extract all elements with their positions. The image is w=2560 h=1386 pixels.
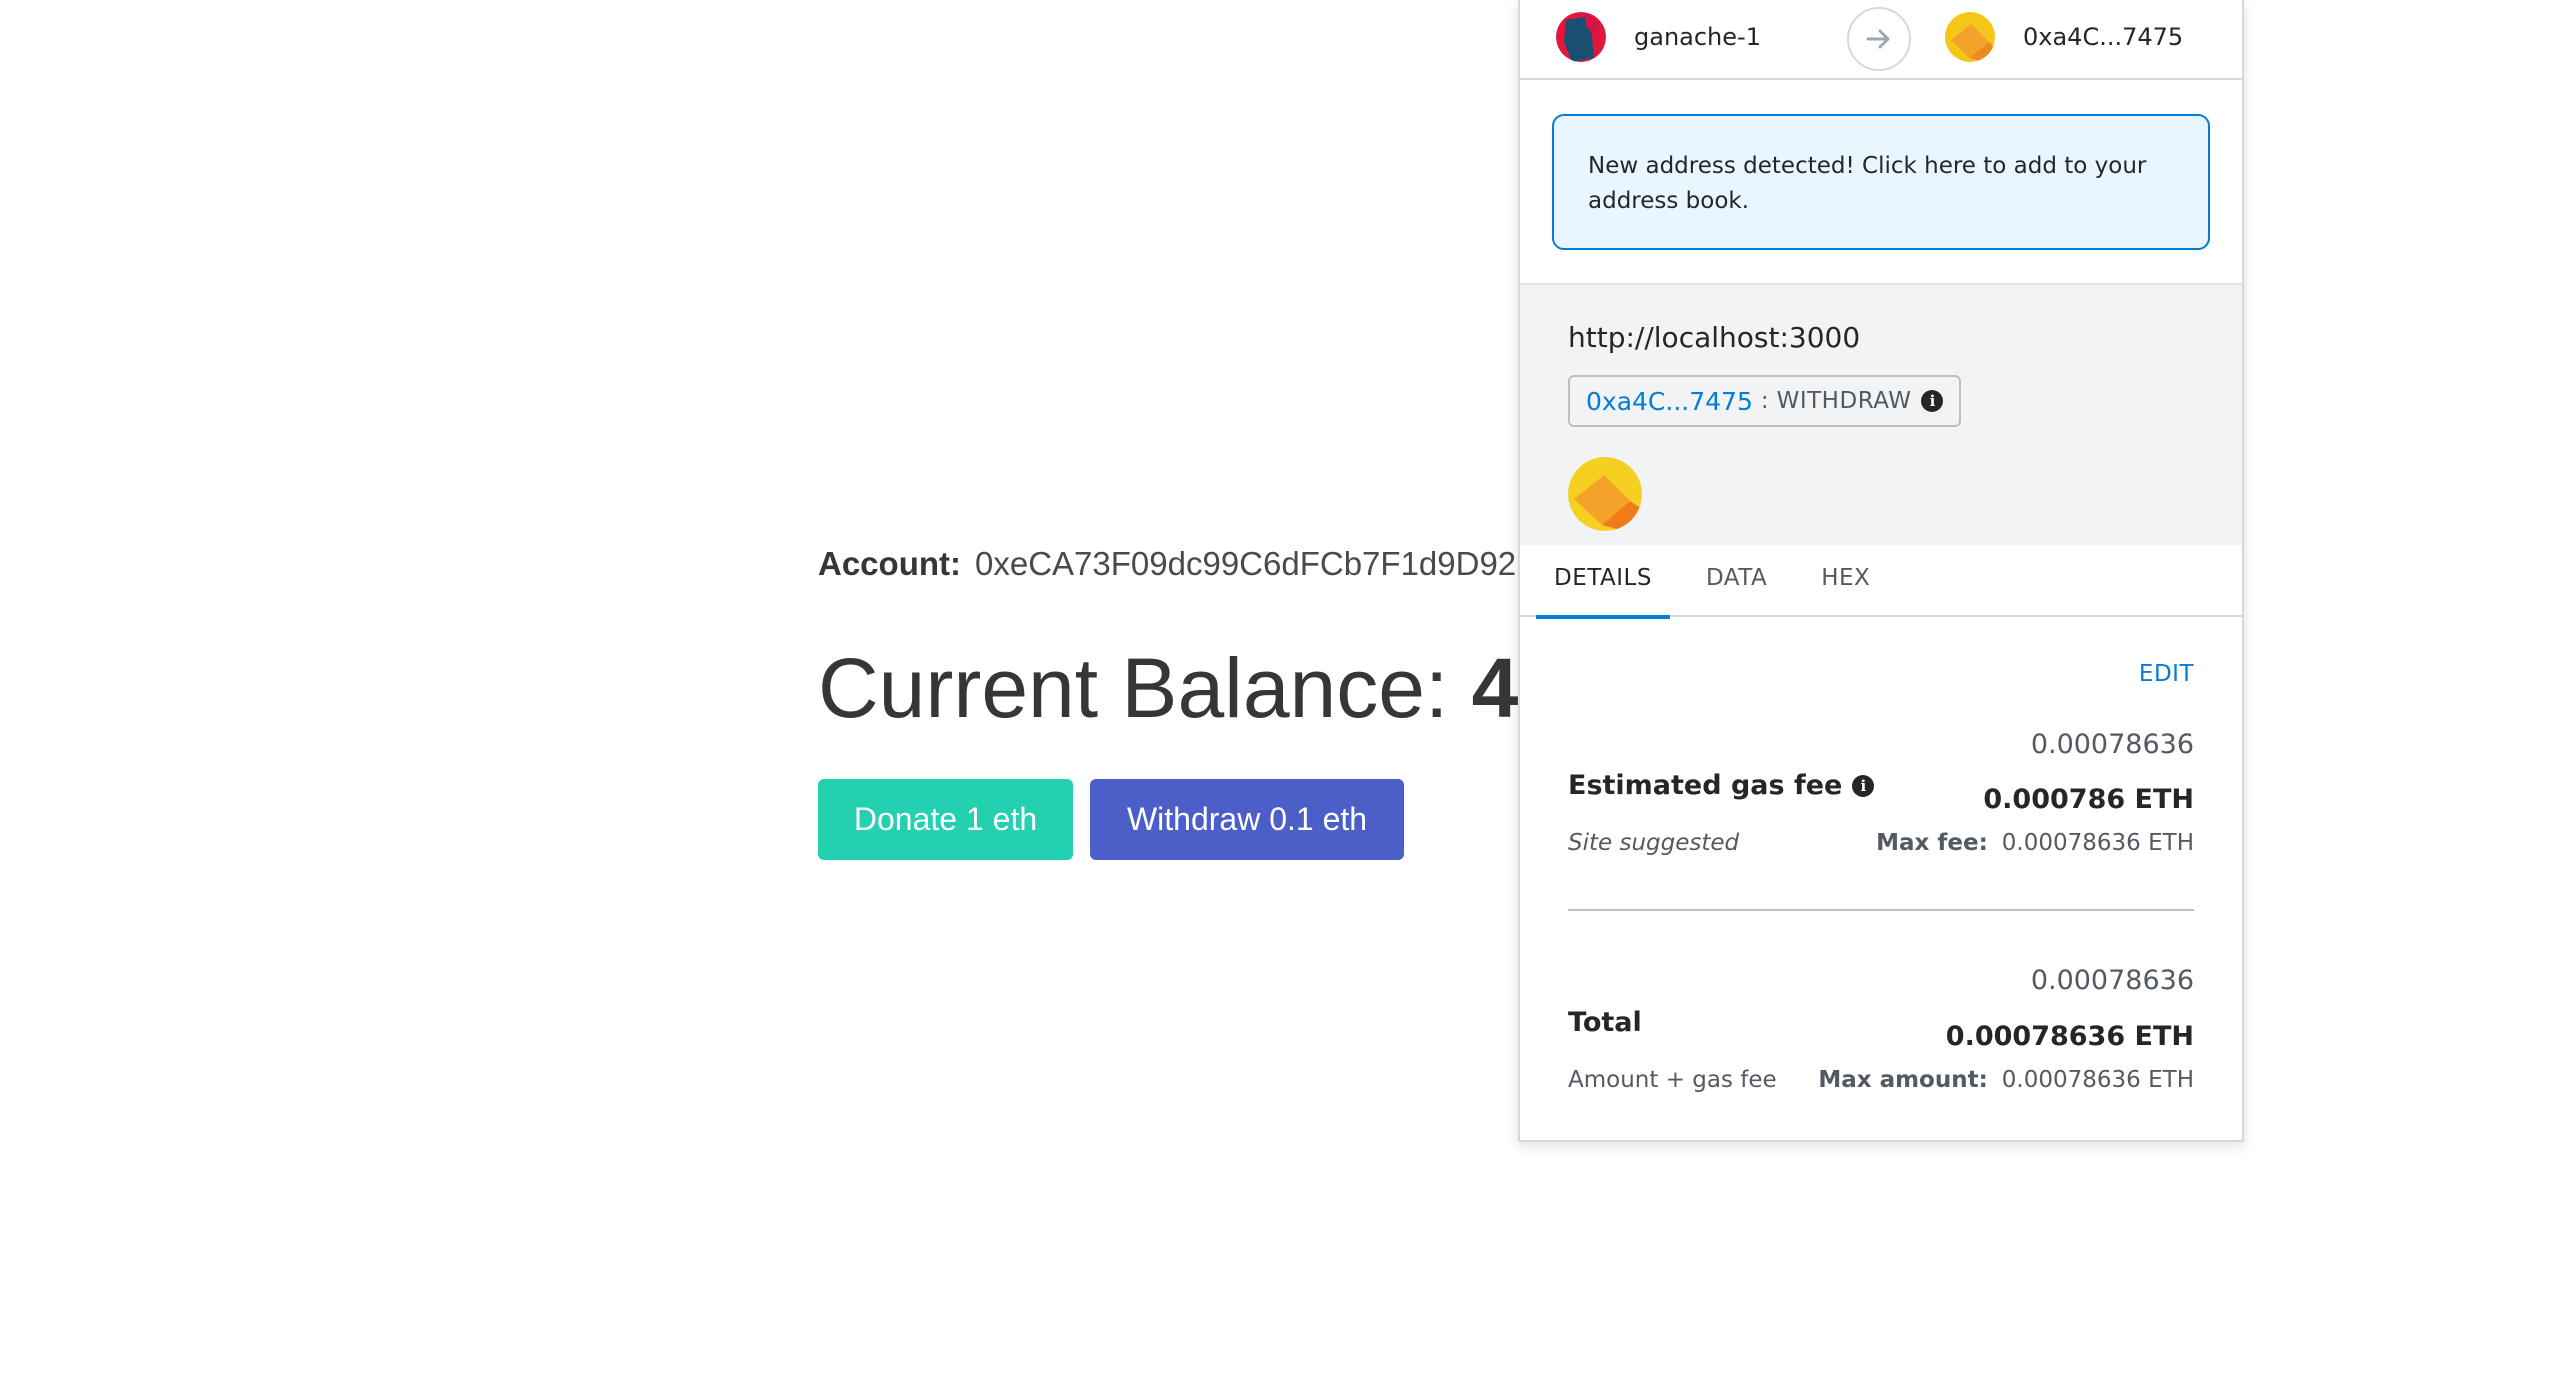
method-chip: 0xa4C...7475 : WITHDRAW i	[1568, 375, 1962, 427]
action-buttons: Donate 1 eth Withdraw 0.1 eth	[818, 779, 1404, 860]
notice-container: New address detected! Click here to add …	[1520, 80, 2242, 283]
confirm-tabs: DETAILS DATA HEX	[1520, 545, 2242, 619]
contract-avatar-icon	[1568, 457, 1642, 531]
donate-button[interactable]: Donate 1 eth	[818, 779, 1073, 860]
tab-data[interactable]: DATA	[1688, 545, 1785, 615]
account-row: Account: 0xeCA73F09dc99C6dFCb7F1d9D92	[818, 545, 1516, 583]
sender[interactable]: ganache-1	[1556, 12, 1761, 62]
balance-row: Current Balance: 4.7	[818, 640, 1588, 737]
gas-fee-value: 0.000786 ETH	[1983, 784, 2194, 815]
max-fee-label: Max fee:	[1876, 830, 1988, 856]
total-value: 0.00078636 ETH	[1945, 1021, 2194, 1052]
tab-details[interactable]: DETAILS	[1536, 545, 1670, 619]
recipient-avatar-icon	[1945, 12, 1995, 62]
gas-fee-fiat: 0.00078636	[2030, 729, 2194, 760]
site-origin: http://localhost:3000	[1568, 321, 1861, 354]
method-name: WITHDRAW	[1776, 388, 1912, 414]
sender-recipient-bar: ganache-1 0xa4C...7475	[1520, 0, 2242, 80]
balance-label: Current Balance:	[818, 641, 1449, 735]
total-fiat: 0.00078636	[2030, 965, 2194, 996]
new-address-notice[interactable]: New address detected! Click here to add …	[1552, 114, 2210, 250]
account-label: Account:	[818, 545, 961, 582]
method-separator: :	[1760, 388, 1769, 414]
gas-fee-title: Estimated gas fee	[1568, 770, 1843, 801]
max-fee-value: 0.00078636 ETH	[2001, 830, 2194, 856]
gas-max-fee: Max fee: 0.00078636 ETH	[1876, 830, 2194, 856]
edit-gas-button[interactable]: EDIT	[2139, 661, 2194, 687]
total-title-text: Total	[1568, 1007, 1642, 1038]
gas-fee-source: Site suggested	[1568, 830, 1740, 856]
recipient[interactable]: 0xa4C...7475	[1945, 12, 2183, 62]
confirm-summary: http://localhost:3000 0xa4C...7475 : WIT…	[1520, 283, 2242, 545]
metamask-popup: ganache-1 0xa4C...7475 New address detec…	[1518, 0, 2244, 1142]
recipient-name: 0xa4C...7475	[2023, 23, 2184, 51]
details-panel: EDIT 0.00078636 Estimated gas fee i 0.00…	[1520, 617, 2242, 1117]
total-title: Total	[1568, 1007, 1642, 1038]
tab-hex[interactable]: HEX	[1803, 545, 1888, 615]
info-icon[interactable]: i	[1921, 390, 1944, 412]
sender-avatar-icon	[1556, 12, 1606, 62]
arrow-right-icon	[1847, 7, 1911, 71]
contract-address-link[interactable]: 0xa4C...7475	[1586, 387, 1753, 416]
max-amount-value: 0.00078636 ETH	[2001, 1067, 2194, 1093]
sender-name: ganache-1	[1634, 23, 1761, 51]
withdraw-button[interactable]: Withdraw 0.1 eth	[1090, 779, 1404, 860]
details-divider	[1568, 909, 2194, 911]
account-address: 0xeCA73F09dc99C6dFCb7F1d9D92	[975, 545, 1517, 582]
total-max-amount: Max amount: 0.00078636 ETH	[1818, 1067, 2194, 1093]
gas-info-icon[interactable]: i	[1852, 774, 1875, 797]
total-subtitle: Amount + gas fee	[1568, 1067, 1777, 1093]
max-amount-label: Max amount:	[1818, 1067, 1988, 1093]
gas-fee-title-row: Estimated gas fee i	[1568, 770, 1875, 801]
